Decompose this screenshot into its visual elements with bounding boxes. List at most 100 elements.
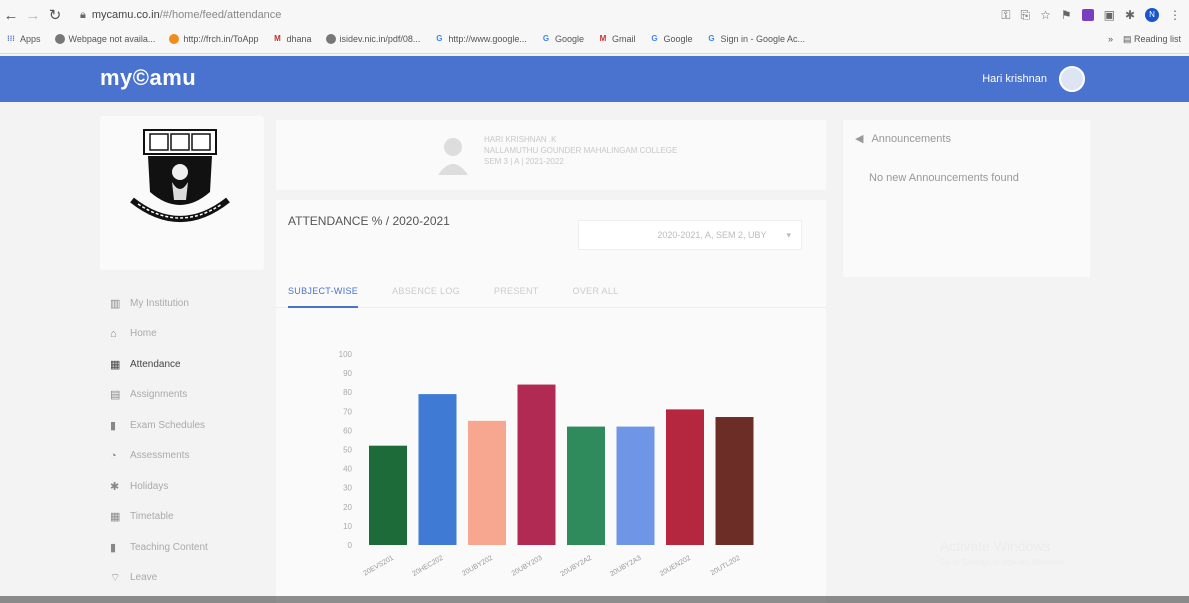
reload-icon[interactable]: ↻ [44,6,66,24]
sidebar-item-my-institution[interactable]: ▥ My Institution [110,288,260,319]
reading-list-button[interactable]: ▤ Reading list [1123,34,1181,45]
bookmark-label: http://frch.in/ToApp [183,34,259,44]
attendance-bar[interactable] [418,394,457,545]
x-tick-label: 20UBY2A2 [560,555,594,578]
sidebar-item-home[interactable]: ⌂ Home [110,319,260,350]
y-tick-label: 80 [343,388,352,397]
student-profile-card: HARI KRISHNAN .K NALLAMUTHU GOUNDER MAHA… [276,120,826,190]
google-icon: G [708,34,715,43]
sidebar-item-teaching-content[interactable]: ▮ Teaching Content [110,532,260,563]
leave-icon: ⌔ [110,571,121,584]
tab-present[interactable]: PRESENT [494,282,539,307]
puzzle-icon[interactable]: ✱ [1125,8,1135,22]
sidebar-item-label: Assessments [130,450,190,462]
menu-kebab-icon[interactable]: ⋮ [1169,8,1181,22]
sidebar-item-timetable[interactable]: ▦ Timetable [110,502,260,533]
x-tick-label: 20UBY203 [511,555,544,578]
attendance-bar-chart: 0 10 20 30 40 50 60 70 80 90 100 20EVS201 20HEC202 20… [339,350,754,578]
sidebar-item-label: Home [130,328,157,340]
activate-windows-watermark: Activate Windows [940,538,1051,554]
sidebar-item-label: Attendance [130,358,181,370]
sidebar-item-label: Assignments [130,389,188,401]
bookmark-label: Google [554,34,584,44]
x-tick-label: 20UBY202 [461,555,494,578]
globe-icon [54,34,65,44]
star-icon[interactable]: ☆ [1040,8,1051,22]
bookmark-label: http://www.google... [448,34,527,44]
sidebar-item-attendance[interactable]: ▦ Attendance [110,349,260,380]
megaphone-icon: ◀︎ [855,133,864,145]
y-tick-label: 30 [343,484,352,493]
bookmark-label: Gmail [611,34,636,44]
institution-icon: ▥ [110,297,121,310]
attendance-bar[interactable] [369,445,407,545]
bookmark-item[interactable]: G Google [649,34,692,44]
bookmark-label: Google [663,34,693,44]
sidebar-item-assessments[interactable]: ◔ Assessments [110,441,260,472]
orange-circle-icon [169,34,180,44]
bookmark-item[interactable]: G Google [541,34,584,44]
bookmark-item[interactable]: isidev.nic.in/pdf/08... [325,34,421,44]
browser-chrome: ← → ↻ 🔒︎ mycamu.co.in/#/home/feed/attend… [0,0,1189,54]
extension-icon[interactable]: ⚑ [1061,8,1072,22]
forward-icon[interactable]: → [22,7,44,24]
google-icon: G [651,34,658,43]
attendance-icon: ▦ [110,358,121,371]
attendance-bar[interactable] [468,420,506,545]
purple-extension-icon[interactable] [1081,9,1094,21]
back-icon[interactable]: ← [0,7,22,24]
y-tick-label: 70 [343,407,352,416]
bookmark-item[interactable]: G Sign in - Google Ac... [707,34,805,44]
app-logo[interactable]: my©amu [100,65,196,91]
announcements-title: Announcements [871,132,951,145]
address-bar[interactable]: mycamu.co.in/#/home/feed/attendance [92,9,282,21]
more-bookmarks-button[interactable]: » [1108,34,1113,44]
tab-over-all[interactable]: OVER ALL [573,282,619,307]
activate-windows-subtitle: Go to Settings to activate Windows. [940,558,1067,567]
translate-icon[interactable]: ⎘ [1020,8,1030,23]
user-name[interactable]: Hari krishnan [982,73,1047,85]
app-header: my©amu Hari krishnan [0,56,1189,102]
assessment-icon: ◔ [110,449,117,462]
bookmark-item[interactable]: Mdhana [272,34,311,44]
bookmark-apps[interactable]: ⁝⁝⁝ Apps [6,34,40,44]
sidebar-item-exam-schedules[interactable]: ▮ Exam Schedules [110,410,260,441]
attendance-bar[interactable] [517,384,556,545]
student-avatar-icon [438,138,468,175]
sidebar-item-label: Holidays [130,480,169,492]
attendance-tabs: SUBJECT-WISE ABSENCE LOG PRESENT OVER AL… [276,282,826,308]
attendance-bar[interactable] [715,417,754,545]
bookmark-item[interactable]: Ghttp://www.google... [434,34,527,44]
bookmarks-bar: ⁝⁝⁝ Apps Webpage not availa... http://frc… [0,30,1189,48]
reading-list-label: Reading list [1133,33,1181,44]
user-avatar[interactable] [1059,66,1085,92]
attendance-bar[interactable] [666,409,704,545]
bookmark-item[interactable]: Webpage not availa... [54,34,156,44]
sidebar-item-holidays[interactable]: ✱ Holidays [110,471,260,502]
tab-subject-wise[interactable]: SUBJECT-WISE [288,282,359,308]
tab-absence-log[interactable]: ABSENCE LOG [392,282,460,307]
y-tick-label: 90 [343,369,352,378]
cast-icon[interactable]: ▣ [1104,8,1115,22]
profile-avatar-icon[interactable]: N [1145,8,1159,22]
bookmark-item[interactable]: http://frch.in/ToApp [169,34,258,44]
key-icon[interactable]: ⚿ [1001,8,1010,23]
sidebar-item-leave[interactable]: ⌔ Leave [110,563,260,594]
student-name: HARI KRISHNAN .K [484,135,557,144]
semester-select[interactable]: 2020-2021, A, SEM 2, UBY ▾ [578,220,802,250]
bookmark-item[interactable]: M Gmail [598,34,636,44]
semester-select-value: 2020-2021, A, SEM 2, UBY [657,230,767,240]
sidebar-item-assignments[interactable]: ▤ Assignments [110,380,260,411]
sidebar-item-label: Timetable [130,511,174,523]
attendance-bar[interactable] [616,426,655,545]
bookmark-label: Webpage not availa... [68,34,156,44]
attendance-bar[interactable] [567,426,605,545]
attendance-title: ATTENDANCE % / 2020-2021 [288,214,450,228]
college-logo-card [100,116,264,270]
attendance-card: ATTENDANCE % / 2020-2021 2020-2021, A, S… [276,200,826,603]
lock-icon[interactable]: 🔒︎ [80,9,86,22]
bookmark-label: isidev.nic.in/pdf/08... [339,34,421,44]
y-tick-label: 10 [343,522,352,531]
student-details: HARI KRISHNAN .K NALLAMUTHU GOUNDER MAHA… [484,134,677,167]
apps-grid-icon: ⁝⁝⁝ [7,34,15,43]
